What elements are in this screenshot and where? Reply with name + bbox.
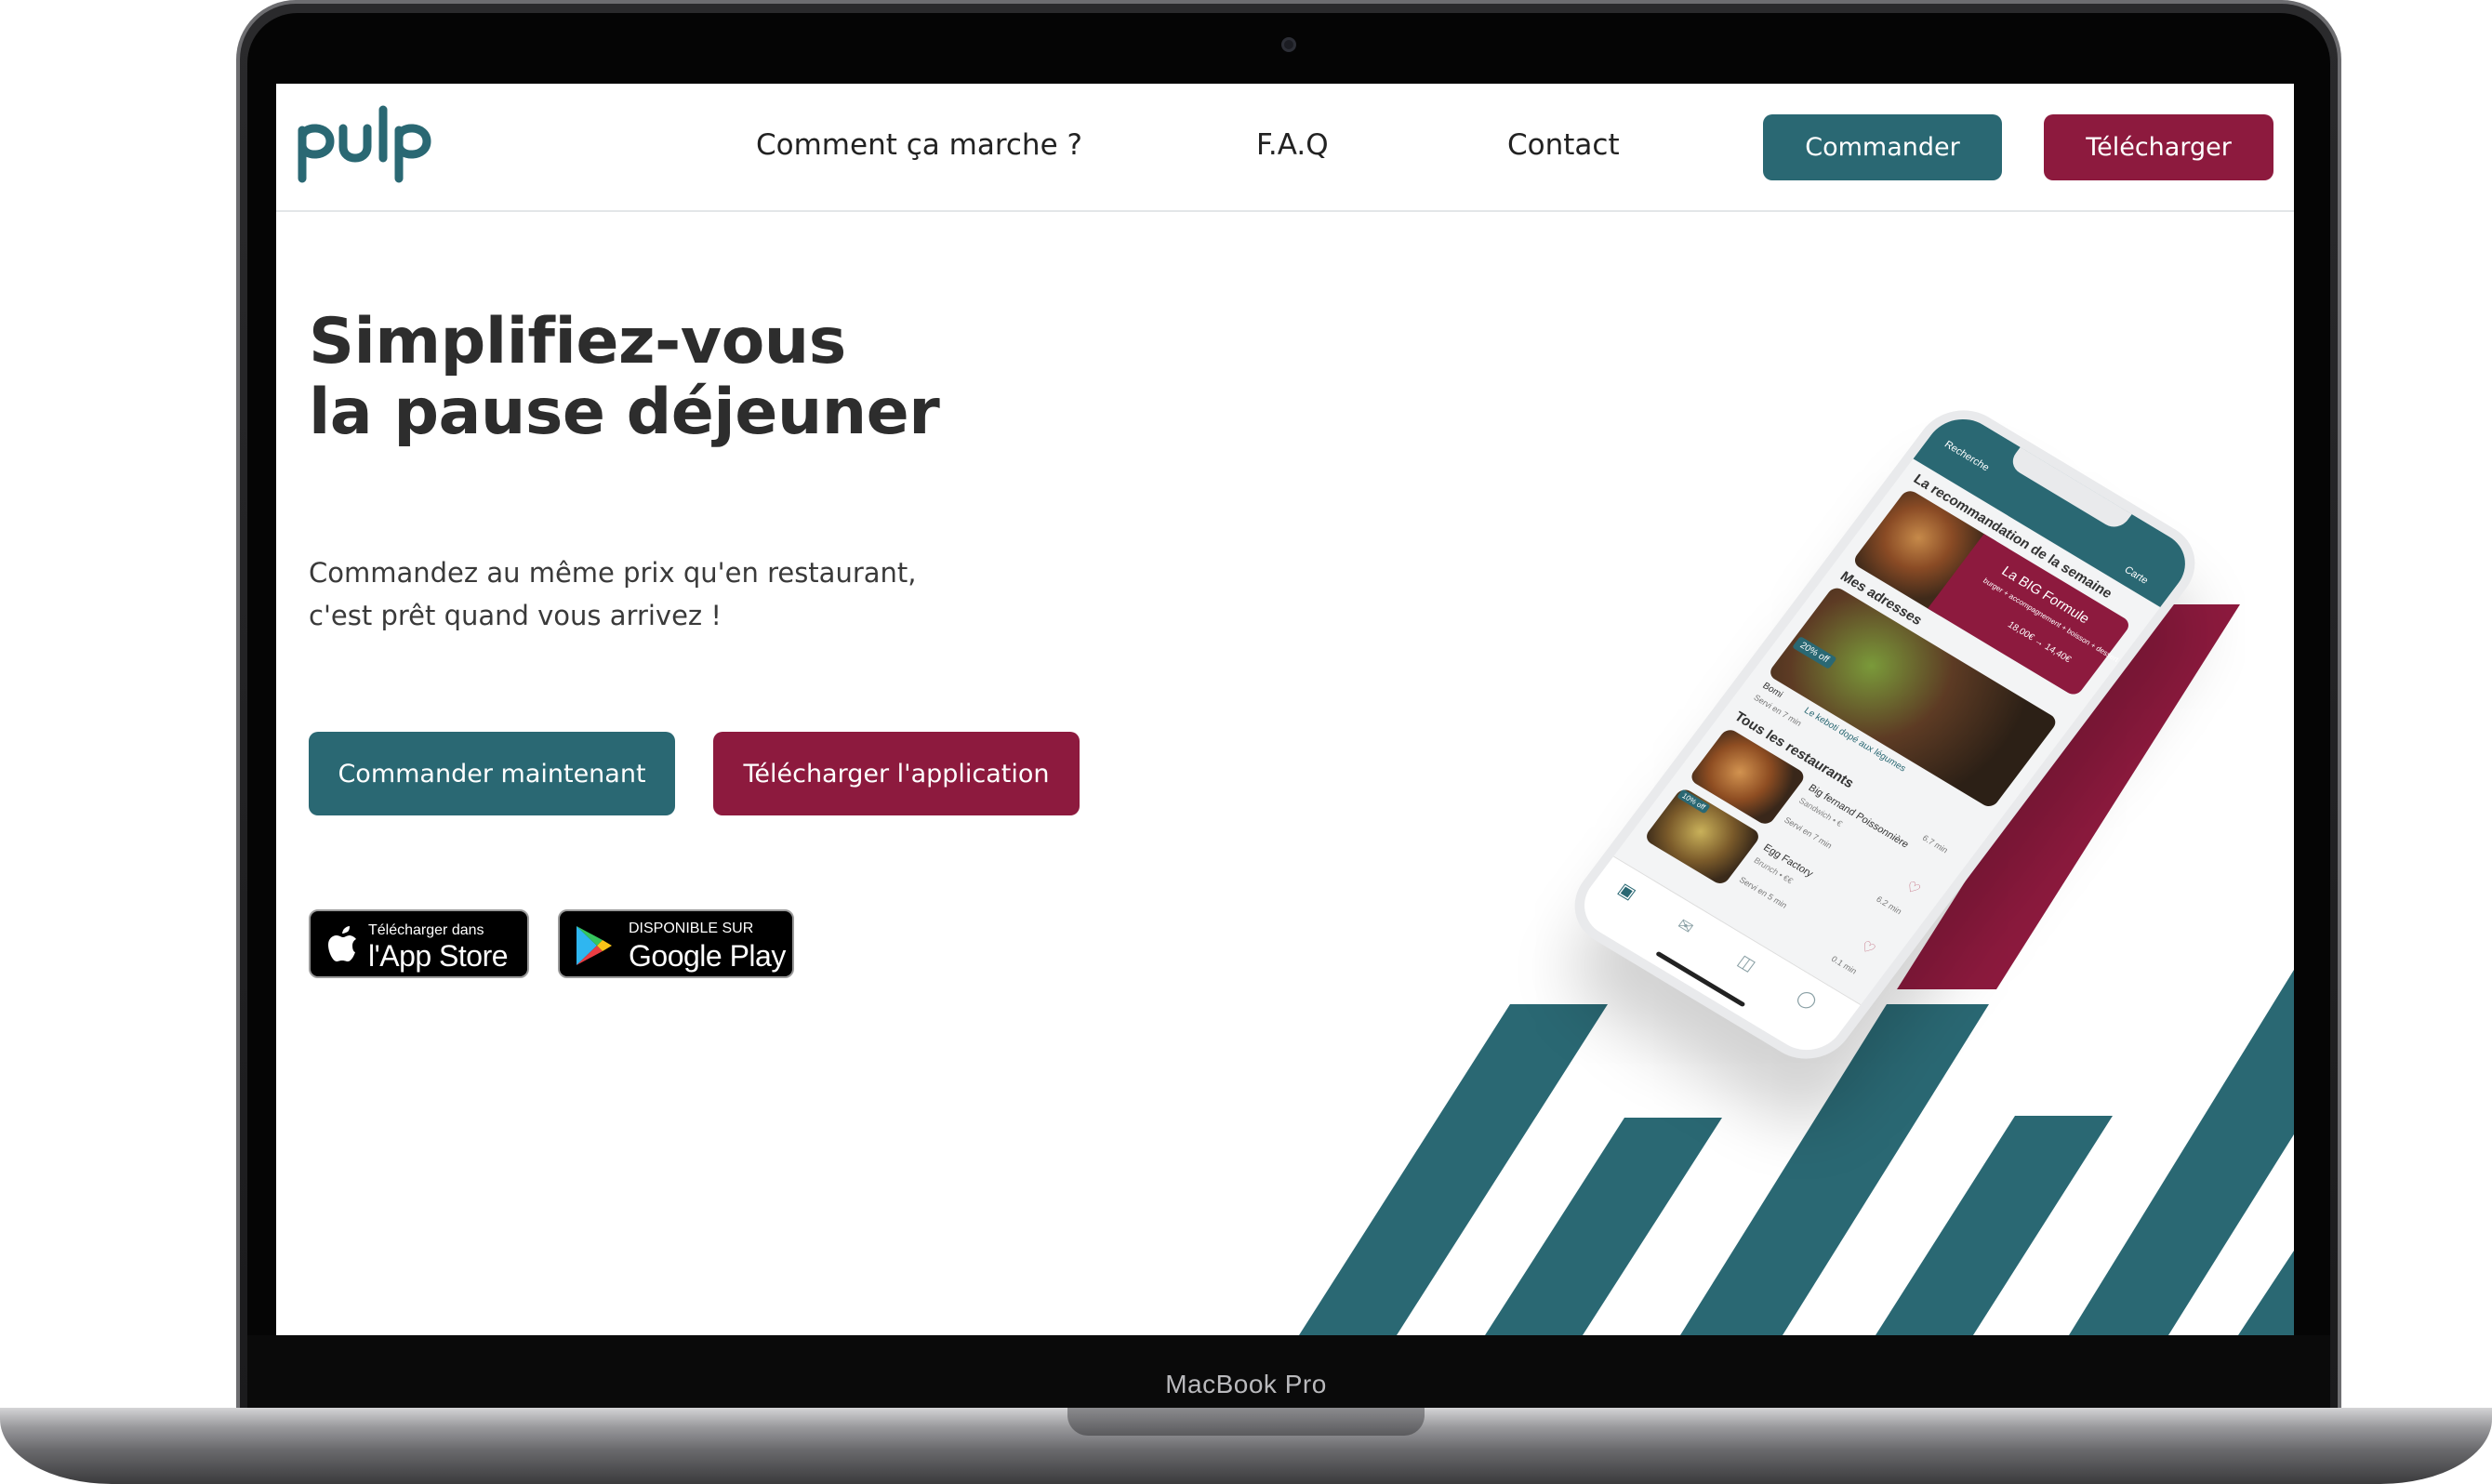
website-screen: Recherche Carte La recommandation de la … — [276, 84, 2294, 1335]
nav-faq[interactable]: F.A.Q — [1256, 128, 1329, 162]
nav-how-it-works[interactable]: Comment ça marche ? — [756, 128, 1082, 162]
google-play-badge[interactable]: DISPONIBLE SUR Google Play — [558, 909, 794, 978]
phone-mockup: Recherche Carte La recommandation de la … — [1452, 325, 2294, 1246]
restaurant-tab-icon[interactable]: ▣ — [1614, 880, 1640, 904]
apple-icon — [328, 926, 356, 961]
laptop-notch — [1067, 1408, 1425, 1436]
download-app-button[interactable]: Télécharger l'application — [713, 732, 1080, 815]
order-now-button[interactable]: Commander maintenant — [309, 732, 675, 815]
orders-tab-icon[interactable]: ◫ — [1734, 951, 1759, 975]
phone-restaurant-distance: 6.7 min — [1920, 833, 1950, 855]
hero-title: Simplifiez-vous la pause déjeuner — [309, 307, 1332, 448]
account-tab-icon[interactable]: ◯ — [1793, 987, 1821, 1012]
download-button[interactable]: Télécharger — [2044, 114, 2273, 180]
hero-title-line-1: Simplifiez-vous — [309, 305, 846, 378]
google-play-small: DISPONIBLE SUR — [629, 921, 754, 936]
pulp-logo[interactable] — [287, 102, 436, 186]
order-button[interactable]: Commander — [1763, 114, 2002, 180]
google-play-icon — [577, 926, 612, 965]
phone-tab-bar: ▣ ✉ ◫ ◯ — [1570, 855, 1862, 1063]
phone-restaurant-distance: 6.2 min — [1874, 894, 1904, 917]
google-play-big: Google Play — [629, 939, 786, 973]
site-header: Comment ça marche ? F.A.Q Contact Comman… — [276, 84, 2294, 212]
hero-subtitle-line-1: Commandez au même prix qu'en restaurant, — [309, 557, 917, 589]
hero-subtitle: Commandez au même prix qu'en restaurant,… — [309, 551, 1146, 637]
hero-subtitle-line-2: c'est prêt quand vous arrivez ! — [309, 600, 722, 631]
app-store-badge[interactable]: Télécharger dans l'App Store — [309, 909, 529, 978]
camera-icon — [1281, 37, 1296, 52]
hero-title-line-2: la pause déjeuner — [309, 376, 940, 449]
heart-icon[interactable]: ♡ — [1857, 937, 1879, 959]
app-store-big: l'App Store — [368, 939, 509, 973]
phone-last-distance: 0.1 min — [1829, 954, 1859, 976]
device-label: MacBook Pro — [1165, 1370, 1327, 1398]
nav-contact[interactable]: Contact — [1507, 128, 1620, 162]
app-store-small: Télécharger dans — [368, 922, 484, 938]
heart-icon[interactable]: ♡ — [1902, 877, 1924, 898]
phone-home-indicator — [1655, 950, 1746, 1008]
promo-tab-icon[interactable]: ✉ — [1674, 915, 1697, 938]
phone-screen: Recherche Carte La recommandation de la … — [1556, 393, 2214, 1076]
